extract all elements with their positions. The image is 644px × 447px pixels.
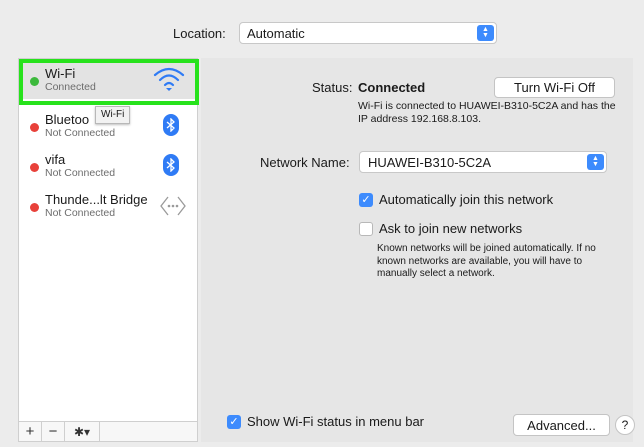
- network-name-select[interactable]: HUAWEI-B310-5C2A ▲ ▼: [359, 151, 607, 173]
- ask-join-help-text: Known networks will be joined automatica…: [377, 243, 596, 279]
- service-name: Wi-Fi: [45, 66, 76, 81]
- auto-join-checkbox[interactable]: ✓: [359, 192, 373, 207]
- service-status: Not Connected: [45, 167, 116, 179]
- location-label: Location:: [173, 26, 226, 41]
- auto-join-label: Automatically join this network: [379, 192, 554, 207]
- bluetooth-icon: [163, 154, 179, 176]
- status-dot-connected: [30, 77, 39, 86]
- service-name: Thunde...lt Bridge: [45, 192, 148, 207]
- select-stepper-icon: ▲ ▼: [587, 154, 604, 170]
- detail-panel: Status: Connected Turn Wi-Fi Off Wi-Fi i…: [201, 58, 633, 442]
- service-status: Connected: [45, 81, 96, 93]
- status-description: Wi-Fi is connected to HUAWEI-B310-5C2A a…: [358, 100, 616, 125]
- service-item-wifi[interactable]: Wi-Fi Connected: [19, 59, 197, 99]
- tooltip: Wi-Fi: [95, 106, 131, 124]
- status-dot-disconnected: [30, 203, 39, 212]
- status-label: Status:: [312, 80, 353, 95]
- show-status-row[interactable]: ✓ Show Wi-Fi status in menu bar: [227, 414, 424, 429]
- status-dot-disconnected: [30, 163, 39, 172]
- auto-join-row[interactable]: ✓ Automatically join this network: [359, 192, 553, 207]
- location-select[interactable]: Automatic ▲ ▼: [239, 22, 497, 44]
- bluetooth-icon: [163, 114, 179, 136]
- ask-join-checkbox[interactable]: [359, 221, 373, 236]
- gear-menu-button[interactable]: ✱▾: [65, 422, 100, 441]
- network-name-value: HUAWEI-B310-5C2A: [368, 155, 492, 170]
- select-stepper-icon: ▲ ▼: [477, 25, 494, 41]
- wifi-icon: [153, 66, 185, 95]
- status-value: Connected: [358, 80, 426, 95]
- location-value: Automatic: [247, 26, 305, 41]
- network-name-label: Network Name:: [260, 155, 350, 170]
- location-row: Location: Automatic ▲ ▼: [0, 22, 644, 46]
- turn-wifi-off-button[interactable]: Turn Wi-Fi Off: [494, 77, 615, 98]
- show-status-checkbox[interactable]: ✓: [227, 414, 241, 429]
- service-item-vifa[interactable]: vifa Not Connected: [19, 145, 197, 185]
- ask-join-label: Ask to join new networks: [379, 221, 523, 236]
- thunderbolt-bridge-icon: [159, 195, 187, 220]
- service-status: Not Connected: [45, 127, 116, 139]
- advanced-button[interactable]: Advanced...: [513, 414, 610, 436]
- show-status-label: Show Wi-Fi status in menu bar: [247, 414, 425, 429]
- service-item-thunderbolt-bridge[interactable]: Thunde...lt Bridge Not Connected: [19, 185, 197, 225]
- add-service-button[interactable]: +: [19, 422, 42, 441]
- service-status: Not Connected: [45, 207, 116, 219]
- help-button[interactable]: ?: [615, 415, 635, 435]
- service-name: vifa: [45, 152, 66, 167]
- ask-join-row[interactable]: Ask to join new networks: [359, 221, 522, 236]
- status-dot-disconnected: [30, 123, 39, 132]
- service-name: Bluetoo: [45, 112, 90, 127]
- remove-service-button[interactable]: −: [42, 422, 65, 441]
- service-list-toolbar: + − ✱▾: [18, 421, 198, 442]
